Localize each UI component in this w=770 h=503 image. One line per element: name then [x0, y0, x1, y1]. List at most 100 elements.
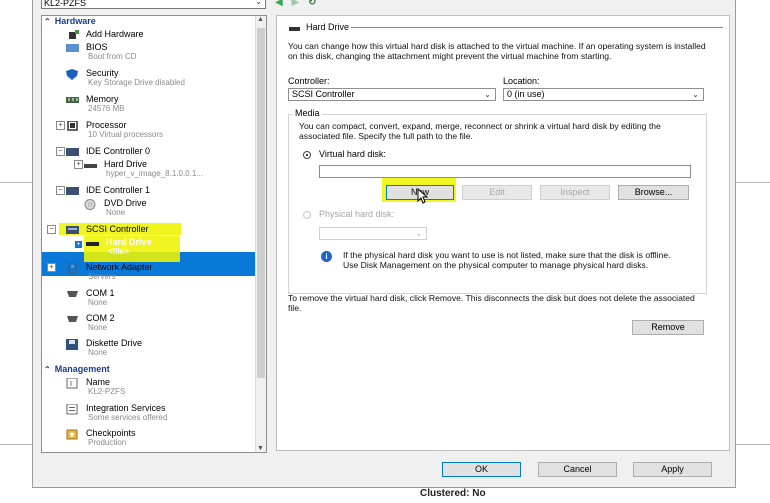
- back-arrow-icon[interactable]: ◀: [275, 0, 283, 8]
- background-line: [736, 444, 770, 445]
- tree-item-ide-controller-1[interactable]: IDE Controller 1: [66, 185, 246, 197]
- tree-item-diskette-drive[interactable]: Diskette Drive None: [66, 338, 246, 357]
- tree-item-sub: Key Storage Drive disabled: [88, 78, 185, 87]
- physical-hard-disk-radio[interactable]: [303, 211, 311, 219]
- scroll-down-icon[interactable]: ▼: [257, 445, 264, 452]
- inspect-button[interactable]: Inspect: [540, 185, 610, 200]
- tree-item-label: Add Hardware: [86, 29, 144, 39]
- tree-item-sub: Some services offered: [88, 413, 168, 422]
- scroll-up-icon[interactable]: ▲: [257, 16, 264, 23]
- tree-item-sub: Servers: [88, 272, 116, 281]
- tree-item-label: Integration Services: [86, 403, 166, 413]
- chevron-down-icon: ⌄: [255, 0, 262, 6]
- settings-tree: ⌃ Hardware Add Hardware BIOS Boot from CD…: [41, 15, 267, 453]
- tree-item-label: Hard Drive: [106, 237, 152, 247]
- expand-icon[interactable]: +: [74, 160, 83, 169]
- tree-item-bios[interactable]: BIOS Boot from CD: [66, 42, 246, 61]
- tree-item-integration-services[interactable]: Integration Services Some services offer…: [66, 403, 246, 422]
- scrollbar-thumb[interactable]: [257, 28, 265, 378]
- collapse-icon[interactable]: −: [56, 147, 65, 156]
- tree-item-checkpoints[interactable]: Checkpoints Production: [66, 428, 246, 447]
- expand-icon[interactable]: +: [56, 121, 65, 130]
- tree-item-network-adapter[interactable]: Network Adapter Servers: [66, 262, 246, 281]
- tree-item-label: Checkpoints: [86, 428, 136, 438]
- physical-disk-info-text: If the physical hard disk you want to us…: [343, 250, 671, 270]
- tree-item-sub: hyper_v_image_8.1.0.0.1...: [106, 169, 203, 178]
- controller-value: SCSI Controller: [292, 89, 355, 99]
- panel-title: Hard Drive: [289, 22, 723, 32]
- cancel-button[interactable]: Cancel: [538, 462, 617, 477]
- tree-item-com1[interactable]: COM 1 None: [66, 288, 246, 307]
- diskette-icon: [66, 339, 80, 350]
- controller-dropdown[interactable]: SCSI Controller ⌄: [288, 88, 496, 101]
- tree-item-memory[interactable]: Memory 24576 MB: [66, 94, 246, 113]
- tree-item-security[interactable]: Security Key Storage Drive disabled: [66, 68, 246, 87]
- forward-arrow-icon[interactable]: ▶: [291, 0, 299, 8]
- virtual-hard-disk-label: Virtual hard disk:: [319, 149, 386, 159]
- background-caption: Clustered: No: [420, 488, 486, 499]
- controller-label: Controller:: [288, 76, 330, 86]
- vm-name: KL2-PZFS: [44, 0, 87, 8]
- toolbar: KL2-PZFS ⌄ ◀ ▶ ↻: [33, 0, 735, 11]
- location-dropdown[interactable]: 0 (in use) ⌄: [503, 88, 704, 101]
- browse-button[interactable]: Browse...: [618, 185, 689, 200]
- hard-drive-icon: [86, 238, 100, 247]
- tree-item-sub: None: [88, 298, 108, 307]
- refresh-icon[interactable]: ↻: [308, 0, 316, 8]
- expand-icon[interactable]: +: [47, 263, 56, 272]
- background-line: [0, 444, 32, 445]
- tree-item-label: COM 2: [86, 313, 115, 323]
- title-rule: [351, 27, 723, 28]
- tree-item-sub: None: [88, 348, 108, 357]
- bios-chip-icon: [66, 43, 80, 52]
- chevron-down-icon: ⌄: [692, 90, 699, 99]
- tree-item-label: BIOS: [86, 42, 108, 52]
- intro-text: You can change how this virtual hard dis…: [288, 41, 706, 61]
- remove-button[interactable]: Remove: [632, 320, 704, 335]
- physical-hard-disk-label: Physical hard disk:: [319, 209, 395, 219]
- hard-drive-icon: [84, 160, 98, 169]
- tree-scrollbar[interactable]: ▲ ▼: [255, 16, 266, 452]
- settings-dialog: KL2-PZFS ⌄ ◀ ▶ ↻ ⌃ Hardware Add Hardware …: [32, 0, 736, 488]
- panel-title-text: Hard Drive: [306, 22, 350, 32]
- tree-item-sub: 10 Virtual processors: [88, 130, 163, 139]
- dvd-icon: [84, 199, 98, 210]
- apply-button[interactable]: Apply: [633, 462, 712, 477]
- tree-item-hard-drive-ide[interactable]: Hard Drive hyper_v_image_8.1.0.0.1...: [84, 159, 254, 178]
- tree-item-sub: 24576 MB: [88, 104, 125, 113]
- tree-item-hard-drive-scsi[interactable]: Hard Drive <file>: [86, 237, 256, 256]
- tree-item-label: Security: [86, 68, 119, 78]
- tree-item-dvd-drive[interactable]: DVD Drive None: [84, 198, 254, 217]
- vm-selector[interactable]: KL2-PZFS ⌄: [41, 0, 266, 9]
- scsi-controller-icon: [66, 225, 80, 234]
- chevron-down-icon: ⌄: [484, 90, 491, 99]
- ok-button[interactable]: OK: [442, 462, 521, 477]
- location-label: Location:: [503, 76, 540, 86]
- tree-item-scsi-controller[interactable]: SCSI Controller: [66, 224, 246, 236]
- tree-item-com2[interactable]: COM 2 None: [66, 313, 246, 332]
- tree-item-name[interactable]: I Name KL2-PZFS: [66, 377, 246, 396]
- nav-buttons: ◀ ▶ ↻: [275, 0, 322, 8]
- tree-item-sub: None: [88, 323, 108, 332]
- tree-item-add-hardware[interactable]: Add Hardware: [66, 29, 246, 41]
- section-label: Hardware: [54, 16, 96, 26]
- collapse-icon[interactable]: −: [56, 186, 65, 195]
- tree-item-ide-controller-0[interactable]: IDE Controller 0: [66, 146, 246, 158]
- controller-icon: [66, 147, 80, 156]
- edit-button[interactable]: Edit: [462, 185, 532, 200]
- collapse-icon[interactable]: −: [47, 225, 56, 234]
- expand-icon[interactable]: +: [74, 240, 83, 249]
- section-hardware[interactable]: ⌃ Hardware: [44, 16, 96, 27]
- serial-port-icon: [66, 314, 80, 323]
- physical-disk-dropdown[interactable]: ⌄: [319, 227, 427, 240]
- tree-item-label: COM 1: [86, 288, 115, 298]
- section-label: Management: [54, 364, 110, 374]
- vhd-path-input[interactable]: [319, 165, 691, 178]
- tree-item-processor[interactable]: Processor 10 Virtual processors: [66, 120, 246, 139]
- mouse-cursor-icon: [417, 187, 429, 209]
- media-title: Media: [293, 108, 322, 118]
- tree-item-label: Name: [86, 377, 111, 387]
- section-management[interactable]: ⌃ Management: [44, 364, 110, 375]
- remove-info-text: To remove the virtual hard disk, click R…: [288, 293, 695, 313]
- virtual-hard-disk-radio[interactable]: [303, 151, 311, 159]
